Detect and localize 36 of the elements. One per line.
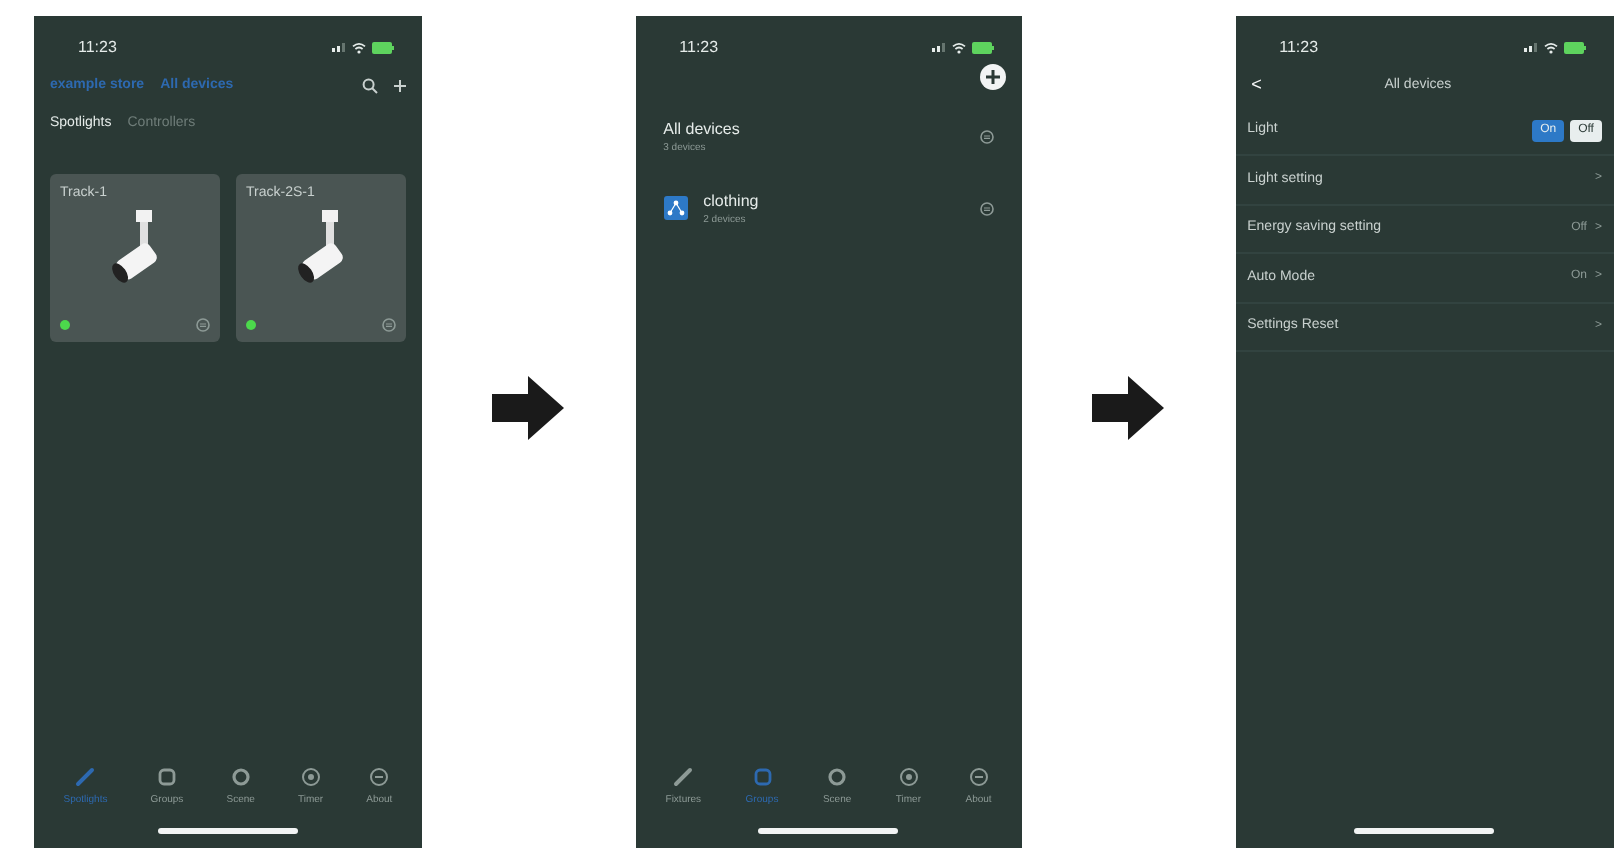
status-time: 11:23	[679, 35, 719, 59]
wifi-icon	[1543, 41, 1558, 53]
target-icon	[299, 765, 322, 787]
battery-icon	[372, 41, 394, 53]
search-icon[interactable]	[362, 78, 378, 95]
wifi-icon	[352, 41, 366, 53]
plus-icon[interactable]	[394, 80, 406, 93]
menu-circle-icon[interactable]	[979, 130, 994, 145]
minus-circle-icon	[368, 765, 391, 787]
signal-icon	[931, 42, 946, 52]
network-icon	[663, 196, 688, 221]
menu-circle-icon[interactable]	[979, 201, 994, 216]
battery-icon	[971, 41, 994, 53]
circle-icon	[826, 765, 849, 787]
wifi-icon	[951, 41, 966, 53]
menu-circle-icon[interactable]	[196, 318, 210, 332]
home-indicator	[158, 828, 298, 834]
home-indicator	[758, 828, 899, 834]
back-button[interactable]: <	[1251, 72, 1262, 99]
home-indicator	[1354, 828, 1495, 834]
add-circle-icon[interactable]	[979, 64, 1006, 90]
battery-icon	[1563, 41, 1586, 53]
right-arrow-icon	[1092, 376, 1165, 440]
status-time: 11:23	[1279, 35, 1319, 59]
square-icon	[751, 765, 773, 787]
minus-circle-icon	[967, 765, 990, 787]
signal-icon	[1523, 42, 1538, 52]
right-arrow-icon	[492, 376, 565, 440]
status-time: 11:23	[78, 35, 117, 59]
circle-icon	[229, 765, 252, 787]
signal-icon	[332, 42, 346, 52]
menu-circle-icon[interactable]	[382, 318, 396, 332]
group-name[interactable]: clothing	[703, 189, 759, 213]
square-icon	[155, 765, 178, 787]
target-icon	[897, 765, 920, 787]
group-name[interactable]: All devices	[663, 118, 740, 142]
